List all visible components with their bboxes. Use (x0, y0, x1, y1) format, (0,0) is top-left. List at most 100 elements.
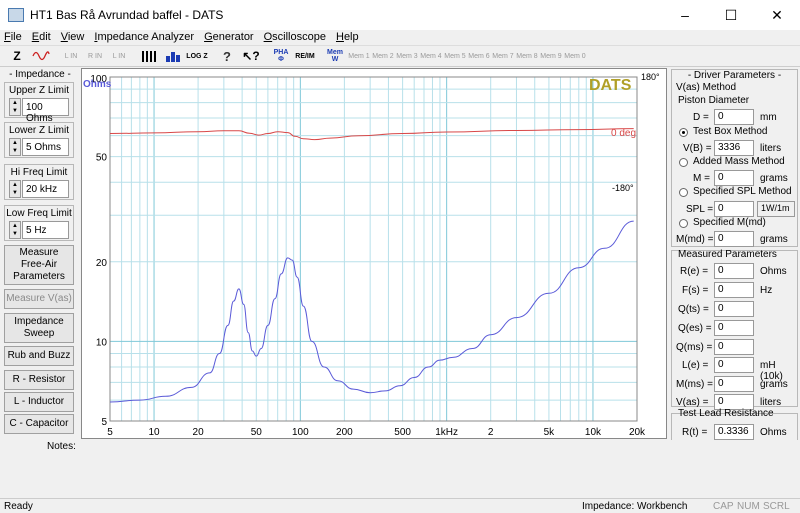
mem-slot-button[interactable]: Mem 6 (468, 46, 490, 66)
menu-help[interactable]: Help (336, 31, 359, 43)
menu-view[interactable]: View (61, 31, 85, 43)
right-input-button[interactable]: R IN (84, 46, 106, 66)
measure-free-air-button[interactable]: Measure Free-Air Parameters (4, 245, 74, 285)
re-im-button[interactable]: RE/IM (294, 46, 316, 66)
hi-freq-label: Hi Freq Limit (10, 167, 68, 178)
mmd-unit: grams (760, 234, 788, 245)
spl-field[interactable]: 0 (714, 201, 754, 217)
x-tick-label: 5k (544, 427, 556, 438)
impedance-curve (109, 220, 634, 403)
hi-freq-field[interactable]: 20 kHz (22, 180, 69, 198)
test-box-label: Test Box Method (693, 126, 768, 137)
qts-label: Q(ts) = (678, 304, 709, 315)
mem-slot-button[interactable]: Mem 0 (564, 46, 586, 66)
vb-field[interactable]: 3336 (714, 140, 754, 156)
phase-tick-label: -180° (612, 183, 634, 193)
sine-wave-icon[interactable] (30, 46, 52, 66)
qes-field[interactable]: 0 (714, 320, 754, 336)
qts-field[interactable]: 0 (714, 301, 754, 317)
spl-label: SPL = (686, 204, 714, 215)
lower-z-field[interactable]: 5 Ohms (22, 138, 69, 156)
mem-slot-button[interactable]: Mem 7 (492, 46, 514, 66)
x-tick-label: 20k (629, 427, 646, 438)
m-field[interactable]: 0 (714, 170, 754, 186)
low-freq-spinner[interactable]: ▲ ▼ (9, 221, 21, 239)
impedance-mode-button[interactable]: Z (6, 46, 28, 66)
status-bar: Ready Impedance: Workbench CAP NUM SCRL (0, 498, 800, 513)
vas-unit: liters (760, 397, 782, 408)
qms-field[interactable]: 0 (714, 339, 754, 355)
rub-and-buzz-button[interactable]: Rub and Buzz (4, 346, 74, 366)
measured-parameters-title: Measured Parameters (678, 249, 777, 260)
mem-slot-button[interactable]: Mem 3 (396, 46, 418, 66)
lower-z-group: Lower Z Limit ▲ ▼ 5 Ohms (4, 122, 74, 158)
menu-generator[interactable]: Generator (204, 31, 254, 43)
vas-label: V(as) = (676, 397, 709, 408)
d-label: D = (693, 112, 709, 123)
impedance-plot[interactable]: 5 10 20 50 100 200 500 1kHz 2 5k 10k 20k 100 50 20 10 5 O… (81, 68, 667, 439)
x-tick-label: 500 (394, 427, 411, 438)
mem-slot-button[interactable]: Mem 2 (372, 46, 394, 66)
menu-edit[interactable]: Edit (32, 31, 51, 43)
low-freq-field[interactable]: 5 Hz (22, 221, 69, 239)
phase-button[interactable]: PHA Φ (270, 46, 292, 66)
help-icon[interactable]: ? (216, 46, 238, 66)
log-scale-button[interactable]: LOG Z (186, 46, 208, 66)
re-field[interactable]: 0 (714, 263, 754, 279)
y-unit-label: Ohms (83, 79, 112, 90)
rt-field[interactable]: 0.3336 (714, 424, 754, 440)
mem-w-button[interactable]: Mem W (324, 46, 346, 66)
mmd-field[interactable]: 0 (714, 231, 754, 247)
x-tick-label: 20 (193, 427, 205, 438)
histogram-icon[interactable] (162, 46, 184, 66)
context-help-icon[interactable]: ↖? (240, 46, 262, 66)
mem-slot-button[interactable]: Mem 8 (516, 46, 538, 66)
maximize-button[interactable]: ☐ (708, 0, 754, 30)
l-inductor-button[interactable]: L - Inductor (4, 392, 74, 412)
impedance-sweep-button[interactable]: Impedance Sweep (4, 313, 74, 343)
minimize-button[interactable]: – (662, 0, 708, 30)
status-num: NUM (737, 501, 760, 512)
lower-z-spinner[interactable]: ▲ ▼ (9, 138, 21, 156)
upper-z-field[interactable]: 100 Ohms (22, 98, 69, 124)
close-button[interactable]: ✕ (754, 0, 800, 30)
spl-method-radio[interactable] (679, 188, 688, 197)
status-text: Ready (4, 501, 33, 512)
x-tick-label: 5 (107, 427, 113, 438)
spl-method-label: Specified SPL Method (693, 186, 792, 197)
mem-slot-button[interactable]: Mem 1 (348, 46, 370, 66)
left-input-button[interactable]: L IN (60, 46, 82, 66)
bars-icon[interactable] (138, 46, 160, 66)
title-bar: HT1 Bas Rå Avrundad baffel - DATS – ☐ ✕ (0, 0, 800, 30)
menu-oscilloscope[interactable]: Oscilloscope (264, 31, 326, 43)
qms-label: Q(ms) = (676, 342, 713, 353)
menu-impedance-analyzer[interactable]: Impedance Analyzer (94, 31, 194, 43)
menu-file[interactable]: File (4, 31, 22, 43)
mms-field[interactable]: 0 (714, 376, 754, 392)
le-field[interactable]: 0 (714, 357, 754, 373)
left-input-alt-button[interactable]: L IN (108, 46, 130, 66)
mem-slot-button[interactable]: Mem 4 (420, 46, 442, 66)
d-field[interactable]: 0 (714, 109, 754, 125)
x-tick-label: 1kHz (435, 427, 458, 438)
status-mode: Impedance: Workbench (582, 501, 688, 512)
fs-field[interactable]: 0 (714, 282, 754, 298)
low-freq-group: Low Freq Limit ▲ ▼ 5 Hz (4, 205, 74, 241)
m-label: M = (693, 173, 710, 184)
mem-slot-button[interactable]: Mem 9 (540, 46, 562, 66)
mem-slot-button[interactable]: Mem 5 (444, 46, 466, 66)
hi-freq-spinner[interactable]: ▲ ▼ (9, 180, 21, 198)
rt-label: R(t) = (682, 427, 708, 438)
upper-z-group: Upper Z Limit ▲ ▼ 100 Ohms (4, 82, 74, 124)
measure-vas-button[interactable]: Measure V(as) (4, 289, 74, 309)
r-resistor-button[interactable]: R - Resistor (4, 370, 74, 390)
specified-mmd-radio[interactable] (679, 219, 688, 228)
added-mass-radio[interactable] (679, 158, 688, 167)
low-freq-label: Low Freq Limit (6, 208, 72, 219)
notes-field[interactable] (80, 440, 798, 496)
c-capacitor-button[interactable]: C - Capacitor (4, 414, 74, 434)
upper-z-spinner[interactable]: ▲ ▼ (9, 98, 21, 116)
toolbar: Z L IN R IN L IN LOG Z ? ↖? PHA Φ RE/IM … (0, 45, 800, 67)
status-cap: CAP (713, 501, 734, 512)
test-box-radio[interactable] (679, 128, 688, 137)
